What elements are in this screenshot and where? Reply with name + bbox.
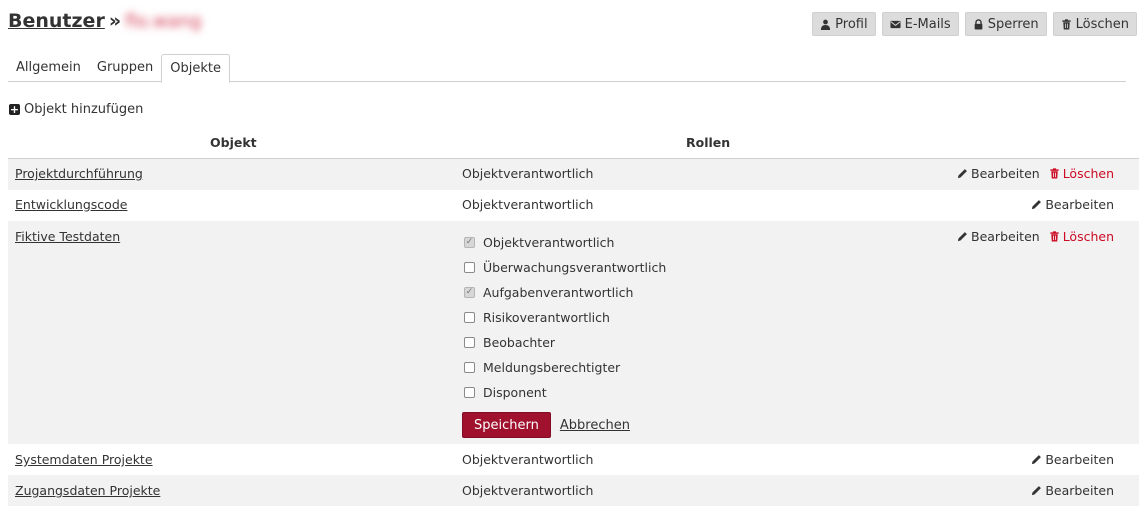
role-option-beobachter[interactable]: Beobachter [464,330,666,355]
edit-link[interactable]: Bearbeiten [1031,452,1114,467]
table-row-editing: Fiktive Testdaten ✓ Objektverantwortlich… [8,221,1139,444]
edit-link[interactable]: Bearbeiten [957,166,1040,181]
checkbox[interactable] [464,312,475,323]
breadcrumb-separator: » [108,10,122,32]
column-header-roles: Rollen [686,135,731,150]
profile-button-label: Profil [835,16,868,32]
user-icon [821,19,831,30]
table-row: Zugangsdaten Projekte Objektverantwortli… [8,475,1139,506]
row-actions: Bearbeiten Löschen [957,229,1114,244]
page-header: Benutzer» flo.wang Profil E-Mails Sperren… [8,10,1137,40]
tab-bar: Allgemein Gruppen Objekte [8,54,1126,83]
envelope-icon [890,20,901,28]
edit-label: Bearbeiten [1045,197,1114,212]
role-option-label: Überwachungsverantwortlich [483,260,667,275]
edit-label: Bearbeiten [1045,483,1114,498]
save-button[interactable]: Speichern [462,412,551,438]
delete-user-button[interactable]: Löschen [1052,12,1137,36]
checkbox-checked[interactable]: ✓ [464,287,475,298]
header-actions: Profil E-Mails Sperren Löschen [812,12,1137,36]
trash-icon [1050,168,1059,179]
delete-link[interactable]: Löschen [1049,229,1114,244]
add-object-link[interactable]: + Objekt hinzufügen [9,102,143,117]
plus-square-icon: + [9,103,20,116]
pencil-icon [957,169,967,179]
role-option-label: Meldungsberechtigter [483,360,621,375]
checkbox-checked[interactable]: ✓ [464,237,475,248]
pencil-icon [1032,200,1042,210]
checkbox[interactable] [464,387,475,398]
table-row: Systemdaten Projekte Objektverantwortlic… [8,444,1139,475]
emails-button-label: E-Mails [904,16,951,32]
role-text: Objektverantwortlich [462,166,594,181]
checkbox[interactable] [464,337,475,348]
pencil-icon [1032,455,1042,465]
delete-label: Löschen [1062,229,1114,244]
object-link[interactable]: Zugangsdaten Projekte [15,483,160,498]
add-object-label: Objekt hinzufügen [24,102,144,117]
role-text: Objektverantwortlich [462,452,594,467]
delete-label: Löschen [1062,166,1114,181]
edit-link[interactable]: Bearbeiten [1031,483,1114,498]
column-header-object: Objekt [210,135,257,150]
role-text: Objektverantwortlich [462,483,594,498]
row-actions: Bearbeiten [1031,452,1114,467]
role-option-label: Beobachter [483,335,556,350]
cancel-link[interactable]: Abbrechen [560,418,630,433]
edit-label: Bearbeiten [971,166,1040,181]
role-option-risikoverantwortlich[interactable]: Risikoverantwortlich [464,305,666,330]
object-link[interactable]: Systemdaten Projekte [15,452,153,467]
role-checkbox-list: ✓ Objektverantwortlich Überwachungsveran… [464,230,666,405]
role-form-actions: Speichern Abbrechen [462,412,630,438]
tab-objekte[interactable]: Objekte [161,54,231,83]
checkbox[interactable] [464,262,475,273]
role-option-label: Risikoverantwortlich [483,310,610,325]
pencil-icon [957,232,967,242]
object-link[interactable]: Projektdurchführung [15,166,143,181]
role-option-label: Aufgabenverantwortlich [483,285,634,300]
role-option-label: Disponent [483,385,547,400]
edit-link[interactable]: Bearbeiten [957,229,1040,244]
lock-icon [974,18,983,30]
checkbox[interactable] [464,362,475,373]
role-option-objektverantwortlich[interactable]: ✓ Objektverantwortlich [464,230,666,255]
lock-button[interactable]: Sperren [964,12,1047,36]
row-actions: Bearbeiten [1031,483,1114,498]
role-text: Objektverantwortlich [462,197,594,212]
table-row: Entwicklungscode Objektverantwortlich Be… [8,190,1139,221]
users-breadcrumb-link[interactable]: Benutzer [8,10,105,32]
role-option-disponent[interactable]: Disponent [464,380,666,405]
table-header: Objekt Rollen [8,131,1139,159]
tab-allgemein[interactable]: Allgemein [8,54,89,82]
delete-user-button-label: Löschen [1075,16,1129,32]
role-option-aufgabenverantwortlich[interactable]: ✓ Aufgabenverantwortlich [464,280,666,305]
lock-button-label: Sperren [987,16,1039,32]
profile-button[interactable]: Profil [812,12,876,36]
row-actions: Bearbeiten [1031,197,1114,212]
role-option-meldungsberechtigter[interactable]: Meldungsberechtigter [464,355,666,380]
table-row: Projektdurchführung Objektverantwortlich… [8,159,1139,190]
role-option-ueberwachungsverantwortlich[interactable]: Überwachungsverantwortlich [464,255,666,280]
tab-gruppen[interactable]: Gruppen [89,54,161,82]
delete-link[interactable]: Löschen [1049,166,1114,181]
edit-label: Bearbeiten [971,229,1040,244]
object-link[interactable]: Fiktive Testdaten [15,229,120,244]
trash-icon [1062,18,1071,30]
trash-icon [1050,231,1059,242]
page-title: Benutzer» flo.wang [8,10,201,32]
edit-link[interactable]: Bearbeiten [1031,197,1114,212]
pencil-icon [1032,486,1042,496]
edit-label: Bearbeiten [1045,452,1114,467]
row-actions: Bearbeiten Löschen [957,166,1114,181]
object-link[interactable]: Entwicklungscode [15,197,127,212]
username-blurred: flo.wang [125,11,202,32]
role-option-label: Objektverantwortlich [483,235,615,250]
emails-button[interactable]: E-Mails [881,12,959,36]
